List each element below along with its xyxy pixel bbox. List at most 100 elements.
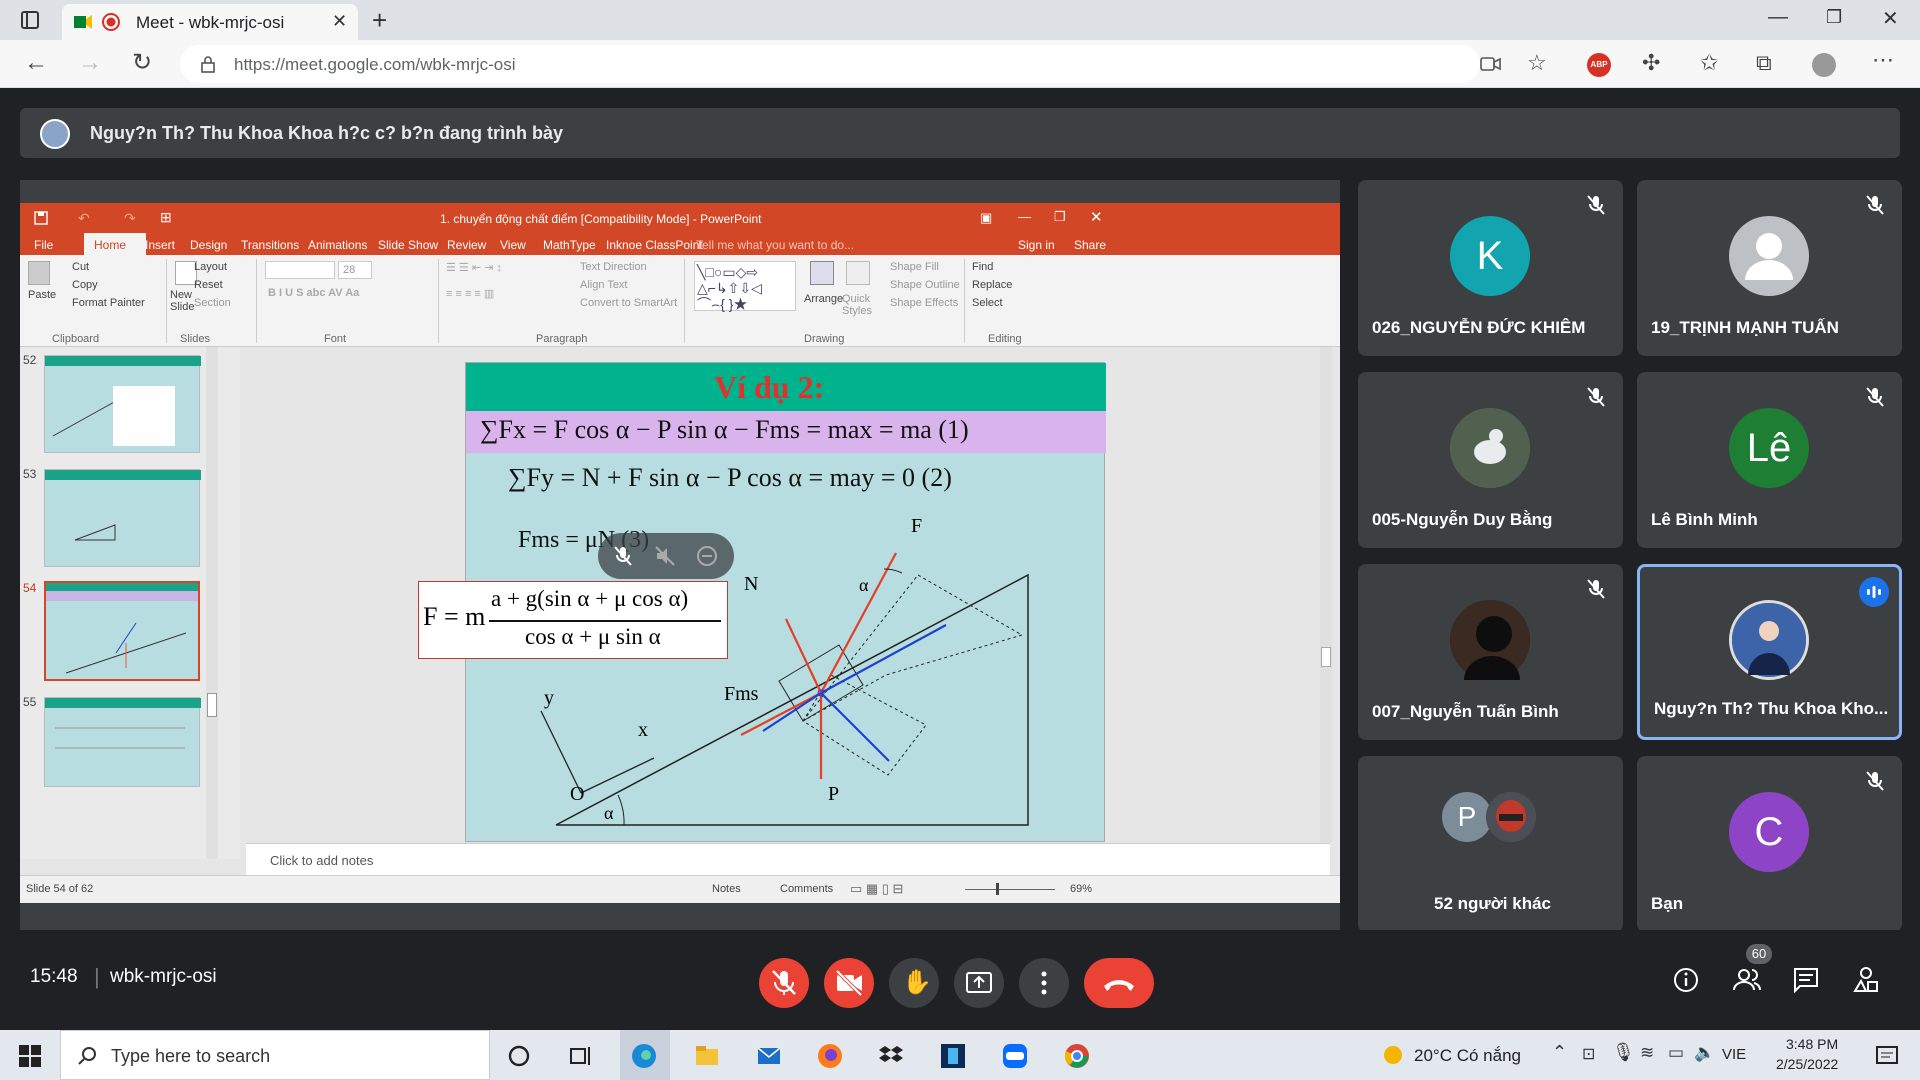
quick-styles-icon[interactable] [846,261,870,285]
section-button[interactable]: Section [194,297,231,309]
self-tile[interactable]: C Bạn [1637,756,1902,932]
paste-button[interactable]: Paste [28,289,56,301]
forward-icon[interactable]: → [78,51,102,75]
ribbon-tab-insert[interactable]: Insert [145,238,175,252]
taskbar-search-box[interactable]: Type here to search [60,1030,490,1080]
arrange-button[interactable]: Arrange [804,293,843,305]
bold-icon[interactable]: B I U S abc AV Aa [268,287,359,299]
window-close-icon[interactable]: ✕ [1882,6,1899,31]
leave-call-button[interactable] [1084,958,1154,1008]
ribbon-tab-home[interactable]: Home [94,238,126,252]
find-button[interactable]: Find [972,261,993,273]
windows-start-icon[interactable] [17,1043,43,1069]
mail-icon[interactable] [756,1043,782,1069]
convert-smartart-button[interactable]: Convert to SmartArt [580,297,677,309]
ribbon-tab-review[interactable]: Review [447,238,486,252]
canvas-scrollbar[interactable] [1320,347,1332,843]
font-size-field[interactable]: 28 [338,261,372,279]
reload-icon[interactable]: ↻ [132,51,152,75]
copy-button[interactable]: Copy [72,279,98,291]
align-text-button[interactable]: Align Text [580,279,628,291]
file-explorer-icon[interactable] [694,1043,720,1069]
ppt-minimize-icon[interactable]: — [1018,209,1031,224]
close-tab-icon[interactable]: ✕ [332,11,347,32]
slide-thumbnail[interactable] [44,469,201,567]
camera-in-use-icon[interactable] [1480,54,1502,74]
present-button[interactable] [954,958,1004,1008]
notes-pane[interactable]: Click to add notes [246,843,1330,875]
tell-me-box[interactable]: Tell me what you want to do... [696,238,854,252]
slide-thumbnail[interactable] [44,355,201,453]
participant-tile[interactable]: 005-Nguyễn Duy Bằng [1358,372,1623,548]
tab-actions-icon[interactable] [20,10,40,30]
chrome-icon[interactable] [1064,1043,1090,1069]
slide-thumbnail-selected[interactable] [44,581,200,681]
notification-center-icon[interactable] [1874,1043,1900,1069]
zoom-level[interactable]: 69% [1070,883,1092,895]
more-options-button[interactable] [1019,958,1069,1008]
profile-avatar[interactable] [1812,53,1836,77]
tray-battery-icon[interactable]: ▭ [1668,1043,1684,1063]
url-field[interactable]: https://meet.google.com/wbk-mrjc-osi [180,45,1480,83]
view-buttons-icon[interactable]: ▭ ▦ ▯ ⊟ [850,881,903,897]
format-painter-button[interactable]: Format Painter [72,297,145,309]
ppt-close-icon[interactable]: ✕ [1090,208,1103,226]
app-bookmark-icon[interactable] [940,1043,966,1069]
remove-icon[interactable] [696,545,718,567]
ppt-restore-icon[interactable]: ❐ [1054,209,1066,225]
bullets-icon[interactable]: ☰ ☰ ⇤ ⇥ ↕ [446,261,502,274]
tray-volume-icon[interactable]: 🔈 [1694,1043,1715,1063]
zoom-slider[interactable] [965,889,1055,890]
undo-icon[interactable]: ↶ [78,210,90,227]
cut-button[interactable]: Cut [72,261,89,273]
more-menu-icon[interactable]: ⋯ [1872,49,1894,71]
slide-thumbnail[interactable] [44,697,201,787]
participants-icon[interactable] [1732,966,1762,994]
others-tile[interactable]: P 52 người khác [1358,756,1623,932]
collections-icon[interactable]: ⧉ [1756,52,1772,74]
adblock-icon[interactable]: ABP [1587,53,1611,77]
raise-hand-button[interactable]: ✋ [889,958,939,1008]
task-view-icon[interactable] [568,1043,594,1069]
shapes-gallery[interactable]: ╲□○▭◇⇨ △⌐↳⇧⇩◁ ⌒⌢{ }★ [694,261,796,312]
restore-icon[interactable]: ❐ [1826,7,1842,28]
favorite-star-icon[interactable]: ☆ [1527,52,1547,74]
shape-fill-button[interactable]: Shape Fill [890,261,939,273]
tray-date[interactable]: 2/25/2022 [1776,1056,1838,1072]
quick-styles-button[interactable]: Quick Styles [842,293,876,317]
meeting-info-icon[interactable] [1672,966,1700,994]
tray-chevron-icon[interactable]: ⌃ [1552,1042,1567,1063]
mic-toggle-button[interactable] [759,958,809,1008]
paste-icon[interactable] [28,261,50,285]
ribbon-tab-slideshow[interactable]: Slide Show [378,238,438,252]
font-name-field[interactable] [265,261,335,279]
thumbs-scroll-thumb[interactable] [207,693,217,717]
layout-button[interactable]: Layout [194,261,227,273]
reset-button[interactable]: Reset [194,279,223,291]
ribbon-tab-view[interactable]: View [500,238,526,252]
tray-time[interactable]: 3:48 PM [1786,1036,1838,1052]
comments-toggle[interactable]: Comments [780,883,833,895]
firefox-icon[interactable] [817,1043,843,1069]
zoom-slider-thumb[interactable] [996,883,999,895]
shape-effects-button[interactable]: Shape Effects [890,297,958,309]
shape-outline-button[interactable]: Shape Outline [890,279,960,291]
extensions-icon[interactable]: ✣ [1642,52,1660,74]
participant-tile[interactable]: 007_Nguyễn Tuấn Bình [1358,564,1623,740]
zalo-icon[interactable] [1002,1043,1028,1069]
tray-wifi-icon[interactable]: ≋ [1640,1043,1654,1063]
redo-icon[interactable]: ↷ [124,210,136,227]
ribbon-tab-animations[interactable]: Animations [308,238,367,252]
tray-language[interactable]: VIE [1722,1046,1746,1063]
text-direction-button[interactable]: Text Direction [580,261,647,273]
minimize-icon[interactable]: — [1768,6,1788,29]
favorites-icon[interactable]: ✩ [1700,52,1718,74]
sign-in-link[interactable]: Sign in [1018,238,1055,252]
ribbon-tab-design[interactable]: Design [190,238,227,252]
participant-tile[interactable]: 19_TRỊNH MẠNH TUẤN [1637,180,1902,356]
canvas-scroll-thumb[interactable] [1321,647,1331,667]
activities-icon[interactable] [1852,966,1880,994]
slideshow-start-icon[interactable]: ⊞ [160,209,172,226]
camera-toggle-button[interactable] [824,958,874,1008]
participant-tile[interactable]: Lê Lê Bình Minh [1637,372,1902,548]
